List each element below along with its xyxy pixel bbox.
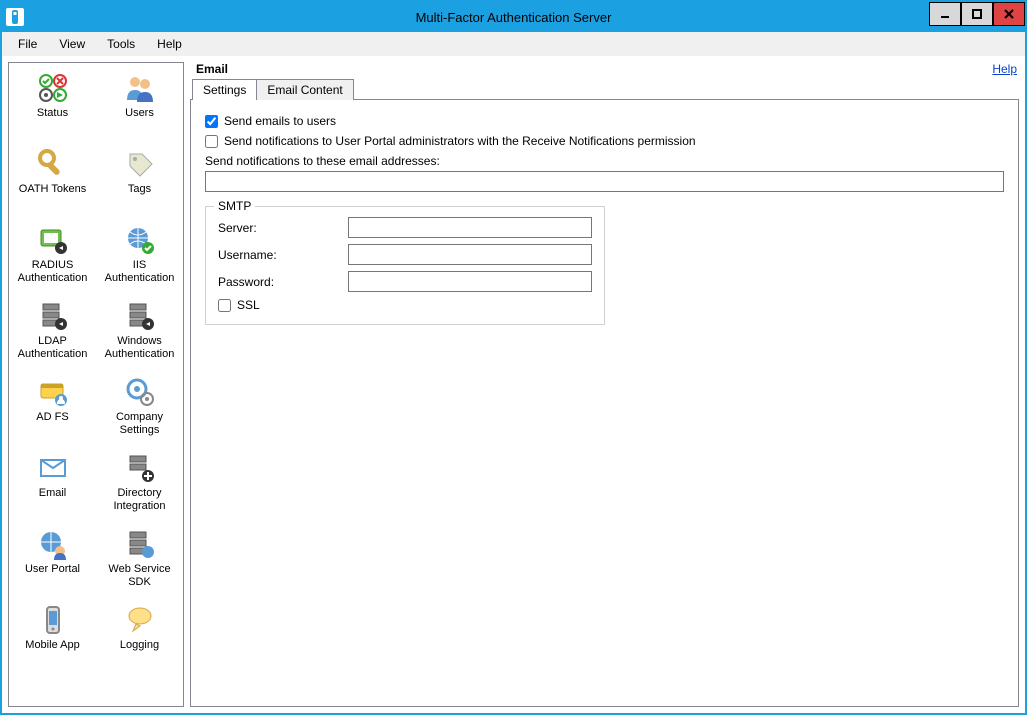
sidebar-item-radius-auth[interactable]: RADIUS Authentication [9,219,96,295]
sidebar-item-label: RADIUS Authentication [9,259,96,284]
addresses-label: Send notifications to these email addres… [205,154,1004,168]
users-icon [123,71,157,105]
company-settings-icon [123,375,157,409]
sidebar-item-iis-auth[interactable]: IIS Authentication [96,219,183,295]
addresses-input[interactable] [205,171,1004,192]
sidebar-item-web-service-sdk[interactable]: Web Service SDK [96,523,183,599]
tab-email-content[interactable]: Email Content [256,79,353,100]
sidebar-item-label: LDAP Authentication [9,335,96,360]
smtp-fieldset: SMTP Server: Username: Password: [205,206,605,325]
tags-icon [123,147,157,181]
sidebar-item-label: User Portal [23,563,82,576]
sidebar-item-logging[interactable]: Logging [96,599,183,675]
smtp-legend: SMTP [214,199,255,213]
sidebar-item-status[interactable]: Status [9,67,96,143]
tab-strip: Settings Email Content [190,78,1019,100]
smtp-username-input[interactable] [348,244,592,265]
send-notifications-label: Send notifications to User Portal admini… [224,134,696,148]
smtp-password-label: Password: [218,275,348,289]
iis-auth-icon [123,223,157,257]
sidebar-item-label: Mobile App [23,639,81,652]
sidebar-item-user-portal[interactable]: User Portal [9,523,96,599]
window-controls [929,2,1025,32]
close-button[interactable] [993,2,1025,26]
menu-view[interactable]: View [49,34,95,54]
tab-settings[interactable]: Settings [192,79,257,100]
ldap-auth-icon [36,299,70,333]
maximize-button[interactable] [961,2,993,26]
sidebar-item-label: Web Service SDK [96,563,183,588]
smtp-server-input[interactable] [348,217,592,238]
smtp-server-label: Server: [218,221,348,235]
menubar: File View Tools Help [2,32,1025,56]
sidebar-item-mobile-app[interactable]: Mobile App [9,599,96,675]
menu-help[interactable]: Help [147,34,192,54]
tab-panel-settings: Send emails to users Send notifications … [190,100,1019,707]
radius-auth-icon [36,223,70,257]
user-portal-icon [36,527,70,561]
sidebar-item-label: IIS Authentication [96,259,183,284]
oath-tokens-icon [36,147,70,181]
sidebar-item-adfs[interactable]: AD FS [9,371,96,447]
sidebar-item-label: Company Settings [96,411,183,436]
send-emails-checkbox[interactable] [205,115,218,128]
windows-auth-icon [123,299,157,333]
status-icon [36,71,70,105]
sidebar-item-label: Email [37,487,69,500]
content-area: Status Users OATH Tokens Tags RADIUS Aut… [2,56,1025,713]
send-notifications-checkbox[interactable] [205,135,218,148]
web-service-sdk-icon [123,527,157,561]
app-icon [6,8,24,26]
sidebar-item-directory-integration[interactable]: Directory Integration [96,447,183,523]
page-title: Email [196,62,228,76]
sidebar-item-label: Status [35,107,70,120]
mobile-app-icon [36,603,70,637]
sidebar-item-email[interactable]: Email [9,447,96,523]
sidebar: Status Users OATH Tokens Tags RADIUS Aut… [8,62,184,707]
window-title: Multi-Factor Authentication Server [2,10,1025,25]
sidebar-item-label: AD FS [34,411,70,424]
logging-icon [123,603,157,637]
sidebar-item-label: Logging [118,639,161,652]
sidebar-item-label: OATH Tokens [17,183,88,196]
sidebar-item-windows-auth[interactable]: Windows Authentication [96,295,183,371]
sidebar-item-oath-tokens[interactable]: OATH Tokens [9,143,96,219]
sidebar-item-label: Windows Authentication [96,335,183,360]
sidebar-item-company-settings[interactable]: Company Settings [96,371,183,447]
smtp-username-label: Username: [218,248,348,262]
smtp-password-input[interactable] [348,271,592,292]
sidebar-item-label: Users [123,107,156,120]
app-window: Multi-Factor Authentication Server File … [0,0,1027,715]
smtp-ssl-checkbox[interactable] [218,299,231,312]
email-icon [36,451,70,485]
directory-integration-icon [123,451,157,485]
sidebar-item-ldap-auth[interactable]: LDAP Authentication [9,295,96,371]
smtp-ssl-label: SSL [237,298,260,312]
help-link[interactable]: Help [992,62,1017,76]
sidebar-item-label: Tags [126,183,153,196]
sidebar-item-users[interactable]: Users [96,67,183,143]
send-emails-label: Send emails to users [224,114,336,128]
main-panel: Email Help Settings Email Content Send e… [190,62,1019,707]
menu-file[interactable]: File [8,34,47,54]
sidebar-item-label: Directory Integration [96,487,183,512]
menu-tools[interactable]: Tools [97,34,145,54]
adfs-icon [36,375,70,409]
minimize-button[interactable] [929,2,961,26]
sidebar-item-tags[interactable]: Tags [96,143,183,219]
titlebar: Multi-Factor Authentication Server [2,2,1025,32]
main-header: Email Help [190,62,1019,78]
